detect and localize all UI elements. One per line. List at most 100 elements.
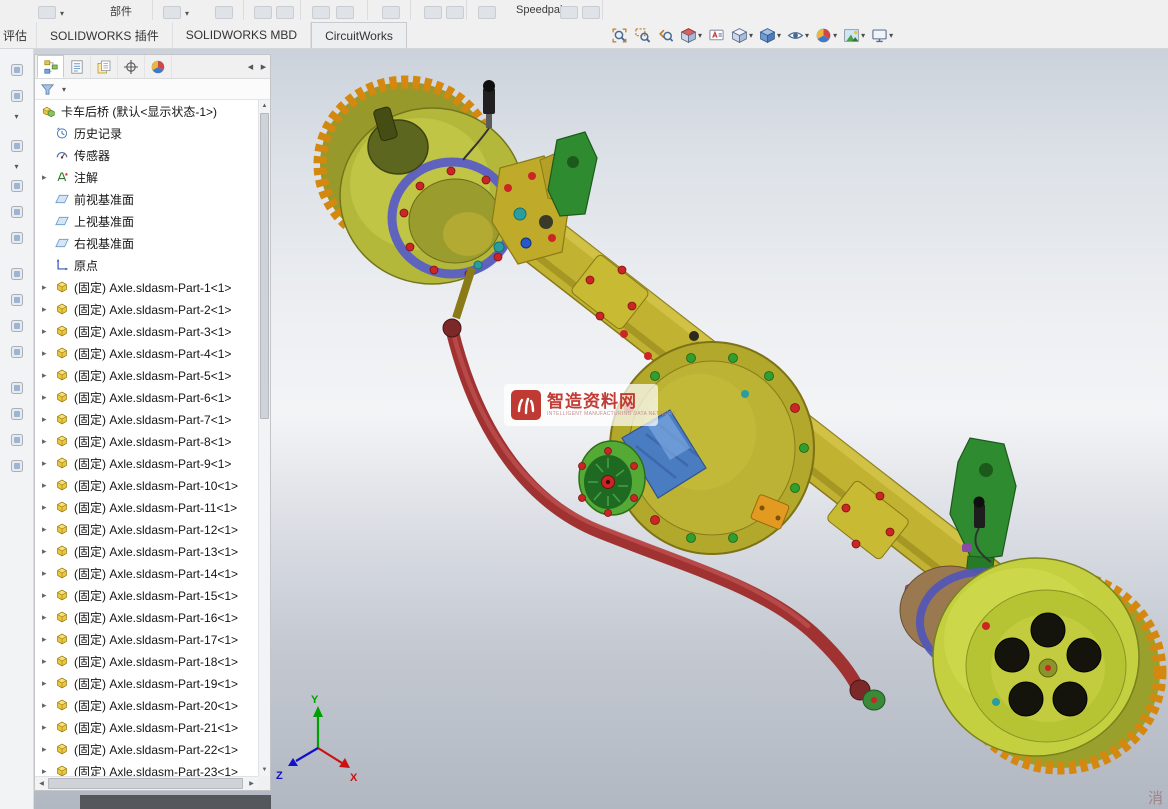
tree-item[interactable]: 原点	[35, 254, 258, 276]
left-toolbar-button[interactable]	[5, 377, 29, 399]
expander-icon[interactable]: ▸	[42, 634, 55, 645]
tree-item[interactable]: ▸ (固定) Axle.sldasm-Part-6<1>	[35, 386, 258, 408]
dropdown-arrow-icon[interactable]: ▾	[805, 31, 809, 40]
edit-appearance-button[interactable]: ▾	[812, 25, 840, 46]
panel-next-arrow[interactable]: ▶	[257, 57, 270, 77]
view-orientation-button[interactable]: ▾	[728, 25, 756, 46]
tree-item[interactable]: ▸ (固定) Axle.sldasm-Part-13<1>	[35, 540, 258, 562]
left-toolbar-button[interactable]	[5, 59, 29, 81]
expander-icon[interactable]: ▸	[42, 282, 55, 293]
tree-item[interactable]: ▸ (固定) Axle.sldasm-Part-19<1>	[35, 672, 258, 694]
expander-icon[interactable]: ▸	[42, 458, 55, 469]
zoom-to-fit-button[interactable]	[608, 25, 631, 46]
tree-item[interactable]: ▸ (固定) Axle.sldasm-Part-9<1>	[35, 452, 258, 474]
ribbon-icon-stub[interactable]	[478, 6, 496, 19]
expander-icon[interactable]: ▸	[42, 326, 55, 337]
ribbon-icon-stub[interactable]	[38, 6, 56, 19]
hide-show-items-button[interactable]: ▾	[784, 25, 812, 46]
tree-filter-bar[interactable]: ▾	[35, 79, 270, 100]
dropdown-arrow-icon[interactable]: ▾	[777, 31, 781, 40]
tree-item[interactable]: ▸ (固定) Axle.sldasm-Part-3<1>	[35, 320, 258, 342]
ribbon-icon-stub[interactable]	[163, 6, 181, 19]
tree-item[interactable]: ▸ (固定) Axle.sldasm-Part-14<1>	[35, 562, 258, 584]
horizontal-scroll-thumb[interactable]	[48, 778, 243, 789]
tree-item[interactable]: ▸ (固定) Axle.sldasm-Part-11<1>	[35, 496, 258, 518]
dropdown-arrow-icon[interactable]: ▾	[749, 31, 753, 40]
ribbon-icon-stub[interactable]	[382, 6, 400, 19]
expander-icon[interactable]: ▸	[42, 524, 55, 535]
tree-item[interactable]: 传感器	[35, 144, 258, 166]
featuremanager-tab[interactable]	[37, 55, 64, 78]
tree-item[interactable]: 右视基准面	[35, 232, 258, 254]
tree-item[interactable]: 历史记录	[35, 122, 258, 144]
tree-item[interactable]: ▸ (固定) Axle.sldasm-Part-8<1>	[35, 430, 258, 452]
expander-icon[interactable]: ▸	[42, 656, 55, 667]
dimxpertmanager-tab[interactable]	[118, 55, 145, 78]
ribbon-icon-stub[interactable]	[312, 6, 330, 19]
left-toolbar-button[interactable]	[5, 85, 29, 107]
ribbon-icon-stub[interactable]	[582, 6, 600, 19]
tree-item[interactable]: ▸ (固定) Axle.sldasm-Part-20<1>	[35, 694, 258, 716]
dropdown-arrow-icon[interactable]: ▾	[62, 85, 66, 94]
ribbon-icon-stub[interactable]	[336, 6, 354, 19]
tree-root-item[interactable]: 卡车后桥 (默认<显示状态-1>)	[35, 100, 258, 122]
tree-horizontal-scrollbar[interactable]: ◀ ▶	[35, 776, 258, 790]
expander-icon[interactable]: ▸	[42, 480, 55, 491]
filter-funnel-icon[interactable]	[40, 82, 55, 97]
taskbar-fragment[interactable]	[80, 795, 271, 809]
tree-item[interactable]: ▸ (固定) Axle.sldasm-Part-15<1>	[35, 584, 258, 606]
tree-vertical-scrollbar[interactable]: ▲ ▼	[258, 100, 270, 776]
expander-icon[interactable]: ▸	[42, 722, 55, 733]
tree-item[interactable]: ▸ (固定) Axle.sldasm-Part-23<1>	[35, 760, 258, 776]
scroll-up-arrow[interactable]: ▲	[259, 100, 270, 112]
view-settings-button[interactable]: ▾	[868, 25, 896, 46]
ribbon-icon-stub[interactable]	[424, 6, 442, 19]
tree-item[interactable]: ▸ (固定) Axle.sldasm-Part-5<1>	[35, 364, 258, 386]
bracket-top-green[interactable]	[547, 131, 598, 217]
vertical-scroll-thumb[interactable]	[260, 113, 269, 419]
commandmanager-tab[interactable]: SOLIDWORKS MBD	[173, 22, 312, 48]
speedpak-button[interactable]: Speedpak	[516, 4, 566, 16]
left-toolbar-button[interactable]	[5, 227, 29, 249]
dropdown-arrow-icon[interactable]: ▾	[698, 31, 702, 40]
tree-item[interactable]: ▸ (固定) Axle.sldasm-Part-10<1>	[35, 474, 258, 496]
expander-icon[interactable]: ▸	[42, 568, 55, 579]
left-toolbar-button[interactable]	[5, 455, 29, 477]
expander-icon[interactable]: ▸	[42, 348, 55, 359]
left-toolbar-button[interactable]	[5, 289, 29, 311]
left-toolbar-button[interactable]	[5, 201, 29, 223]
dynamic-annotation-views-button[interactable]	[705, 25, 728, 46]
zoom-to-area-button[interactable]	[631, 25, 654, 46]
ribbon-icon-stub[interactable]	[276, 6, 294, 19]
left-toolbar-button[interactable]	[5, 429, 29, 451]
expander-icon[interactable]: ▸	[42, 612, 55, 623]
previous-view-button[interactable]	[654, 25, 677, 46]
tree-item[interactable]: ▸ (固定) Axle.sldasm-Part-17<1>	[35, 628, 258, 650]
dropdown-arrow-icon[interactable]: ▾	[861, 31, 865, 40]
commandmanager-tab[interactable]: SOLIDWORKS 插件	[37, 22, 173, 48]
expander-icon[interactable]: ▸	[42, 766, 55, 777]
right-brake-drum[interactable]	[899, 557, 1167, 775]
expander-icon[interactable]: ▸	[42, 678, 55, 689]
panel-prev-arrow[interactable]: ◀	[244, 57, 257, 77]
ribbon-icon-stub[interactable]	[560, 6, 578, 19]
scroll-left-arrow[interactable]: ◀	[35, 777, 48, 790]
dropdown-arrow-icon[interactable]: ▾	[185, 9, 189, 18]
tree-item[interactable]: ▸ 注解	[35, 166, 258, 188]
expander-icon[interactable]: ▸	[42, 744, 55, 755]
tree-item[interactable]: ▸ (固定) Axle.sldasm-Part-7<1>	[35, 408, 258, 430]
expander-icon[interactable]: ▸	[42, 546, 55, 557]
commandmanager-tab[interactable]: CircuitWorks	[311, 22, 407, 48]
display-style-button[interactable]: ▾	[756, 25, 784, 46]
insert-component-button[interactable]: 部件	[110, 3, 132, 19]
expander-icon[interactable]: ▸	[42, 590, 55, 601]
ribbon-icon-stub[interactable]	[446, 6, 464, 19]
expander-icon[interactable]: ▸	[42, 436, 55, 447]
tree-item[interactable]: ▸ (固定) Axle.sldasm-Part-4<1>	[35, 342, 258, 364]
commandmanager-tab[interactable]: 评估	[0, 22, 38, 48]
left-toolbar-button[interactable]	[5, 175, 29, 197]
tree-item[interactable]: ▸ (固定) Axle.sldasm-Part-12<1>	[35, 518, 258, 540]
tree-item[interactable]: ▸ (固定) Axle.sldasm-Part-22<1>	[35, 738, 258, 760]
flyout-chevron-icon[interactable]: ▾	[5, 110, 29, 122]
scroll-down-arrow[interactable]: ▼	[259, 764, 270, 776]
